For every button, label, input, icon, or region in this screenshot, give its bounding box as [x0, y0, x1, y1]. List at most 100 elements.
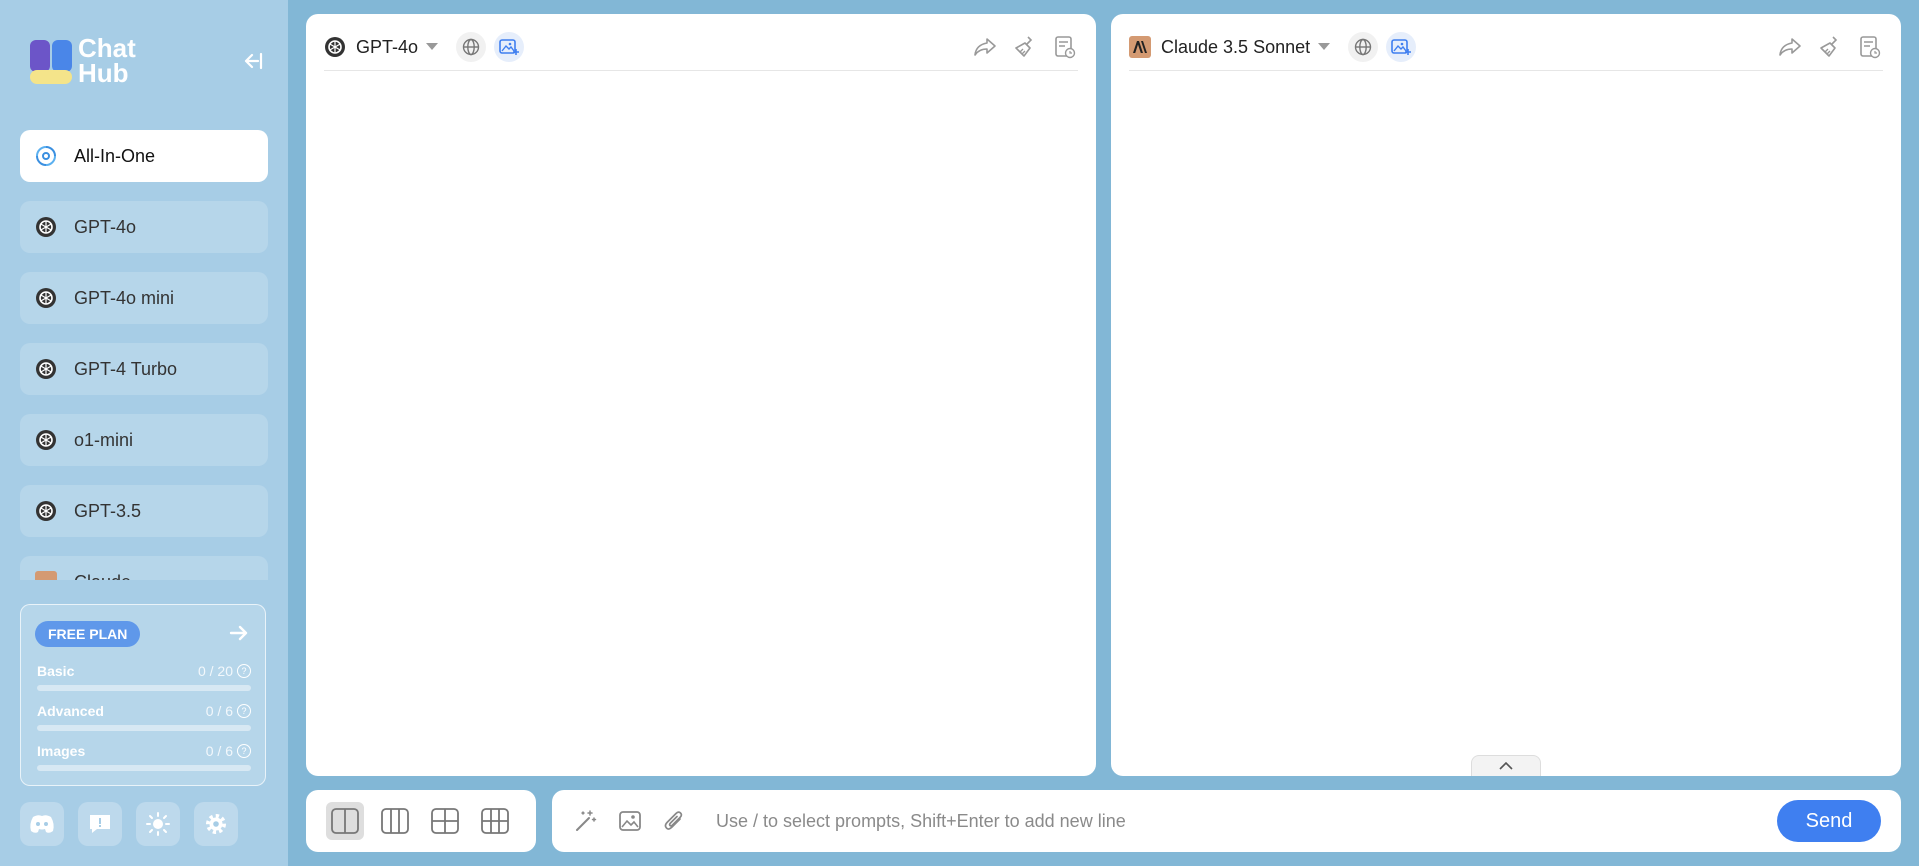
- sidebar-item-gpt-3-5[interactable]: GPT-3.5: [20, 485, 268, 537]
- history-icon: [1860, 36, 1881, 59]
- panel-header: Claude 3.5 Sonnet: [1129, 24, 1883, 71]
- settings-button[interactable]: [194, 802, 238, 846]
- collapse-left-icon: [244, 52, 263, 70]
- upgrade-plan-button[interactable]: [227, 621, 251, 645]
- sidebar-item-all-in-one[interactable]: All-In-One: [20, 130, 268, 182]
- layout-two-icon: [331, 808, 359, 834]
- sidebar-item-label: GPT-4o mini: [74, 287, 175, 308]
- usage-progress-bar: [37, 725, 251, 731]
- share-icon: [974, 38, 996, 56]
- usage-label: Images: [37, 743, 86, 759]
- image-icon: [619, 811, 641, 831]
- clear-conversation-button[interactable]: [1817, 34, 1843, 60]
- magic-wand-icon: [576, 810, 597, 831]
- panel-actions: [1777, 34, 1883, 60]
- expand-input-tab[interactable]: [1471, 755, 1541, 776]
- help-icon[interactable]: ?: [237, 704, 251, 718]
- layout-grid-four-icon: [431, 808, 459, 834]
- share-button[interactable]: [1777, 34, 1803, 60]
- sidebar-item-label: GPT-4o: [74, 216, 137, 237]
- prompt-library-button[interactable]: [572, 807, 600, 835]
- sidebar-item-label: All-In-One: [74, 145, 156, 166]
- openai-icon: [324, 36, 346, 58]
- web-access-toggle[interactable]: [456, 32, 487, 62]
- logo-shape: [30, 70, 72, 84]
- openai-icon: [34, 357, 58, 381]
- layout-4-grid-button[interactable]: [426, 802, 464, 840]
- plan-card: FREE PLAN Basic 0 / 20? Advanced 0 / 6? …: [20, 604, 266, 786]
- sidebar-item-o1-mini[interactable]: o1-mini: [20, 414, 268, 466]
- feedback-icon: [90, 815, 110, 833]
- chevron-up-icon: [1499, 762, 1513, 770]
- free-plan-badge[interactable]: FREE PLAN: [35, 621, 141, 647]
- attach-file-button[interactable]: [660, 807, 688, 835]
- panel-header: GPT-4o: [324, 24, 1078, 71]
- prompt-input[interactable]: [714, 809, 1777, 833]
- image-plus-icon: [1391, 39, 1412, 55]
- sidebar-item-label: Claude: [74, 572, 131, 581]
- help-icon[interactable]: ?: [237, 744, 251, 758]
- send-button[interactable]: Send: [1777, 800, 1881, 842]
- discord-icon: [30, 815, 54, 833]
- share-button[interactable]: [972, 34, 998, 60]
- panel-actions: [972, 34, 1078, 60]
- chat-input-bar: Send: [552, 790, 1901, 852]
- logo-text-line2: Hub: [78, 58, 129, 88]
- usage-label: Advanced: [37, 703, 104, 719]
- globe-icon: [1354, 38, 1372, 56]
- logo-shape: [30, 40, 50, 72]
- model-dropdown[interactable]: [426, 38, 439, 56]
- chat-panel-gpt-4o: GPT-4o: [306, 14, 1096, 776]
- theme-toggle-button[interactable]: [136, 802, 180, 846]
- sidebar-footer: [20, 802, 238, 846]
- model-dropdown[interactable]: [1318, 38, 1331, 56]
- feedback-button[interactable]: [78, 802, 122, 846]
- broom-icon: [1015, 36, 1033, 57]
- broom-icon: [1820, 36, 1838, 57]
- help-icon[interactable]: ?: [237, 664, 251, 678]
- logo-shape: [52, 40, 72, 72]
- clear-conversation-button[interactable]: [1012, 34, 1038, 60]
- openai-icon: [34, 499, 58, 523]
- upload-image-button[interactable]: [616, 807, 644, 835]
- caret-down-icon: [426, 43, 439, 50]
- history-icon: [1055, 36, 1076, 59]
- chathub-logo[interactable]: Chat Hub: [28, 34, 148, 90]
- collapse-sidebar-button[interactable]: [236, 46, 268, 76]
- model-name[interactable]: Claude 3.5 Sonnet: [1161, 37, 1310, 58]
- history-button[interactable]: [1857, 34, 1883, 60]
- image-input-toggle[interactable]: [1386, 32, 1417, 62]
- model-name[interactable]: GPT-4o: [356, 37, 418, 58]
- layout-3-columns-button[interactable]: [376, 802, 414, 840]
- usage-count: 0 / 6: [205, 703, 233, 719]
- discord-button[interactable]: [20, 802, 64, 846]
- layout-switcher: [306, 790, 536, 852]
- openai-icon: [34, 428, 58, 452]
- sun-icon: [146, 812, 170, 836]
- usage-count: 0 / 20: [197, 663, 233, 679]
- usage-progress-bar: [37, 685, 251, 691]
- usage-count: 0 / 6: [205, 743, 233, 759]
- usage-progress-bar: [37, 765, 251, 771]
- usage-images: Images 0 / 6?: [37, 743, 251, 771]
- layout-6-grid-button[interactable]: [476, 802, 514, 840]
- image-input-toggle[interactable]: [494, 32, 525, 62]
- gear-icon: [206, 814, 226, 834]
- anthropic-icon: [1129, 36, 1151, 58]
- history-button[interactable]: [1052, 34, 1078, 60]
- caret-down-icon: [1318, 43, 1331, 50]
- globe-icon: [462, 38, 480, 56]
- usage-basic: Basic 0 / 20?: [37, 663, 251, 691]
- layout-2-columns-button[interactable]: [326, 802, 364, 840]
- sidebar-item-gpt-4-turbo[interactable]: GPT-4 Turbo: [20, 343, 268, 395]
- bot-list: All-In-One GPT-4o GPT-4o mini GPT-4 Turb…: [20, 130, 268, 580]
- usage-advanced: Advanced 0 / 6?: [37, 703, 251, 731]
- usage-label: Basic: [37, 663, 75, 679]
- image-plus-icon: [499, 39, 520, 55]
- sidebar-item-gpt-4o-mini[interactable]: GPT-4o mini: [20, 272, 268, 324]
- sidebar-item-claude[interactable]: Claude: [20, 556, 268, 580]
- openai-icon: [34, 286, 58, 310]
- web-access-toggle[interactable]: [1348, 32, 1379, 62]
- sidebar-item-gpt-4o[interactable]: GPT-4o: [20, 201, 268, 253]
- openai-icon: [34, 215, 58, 239]
